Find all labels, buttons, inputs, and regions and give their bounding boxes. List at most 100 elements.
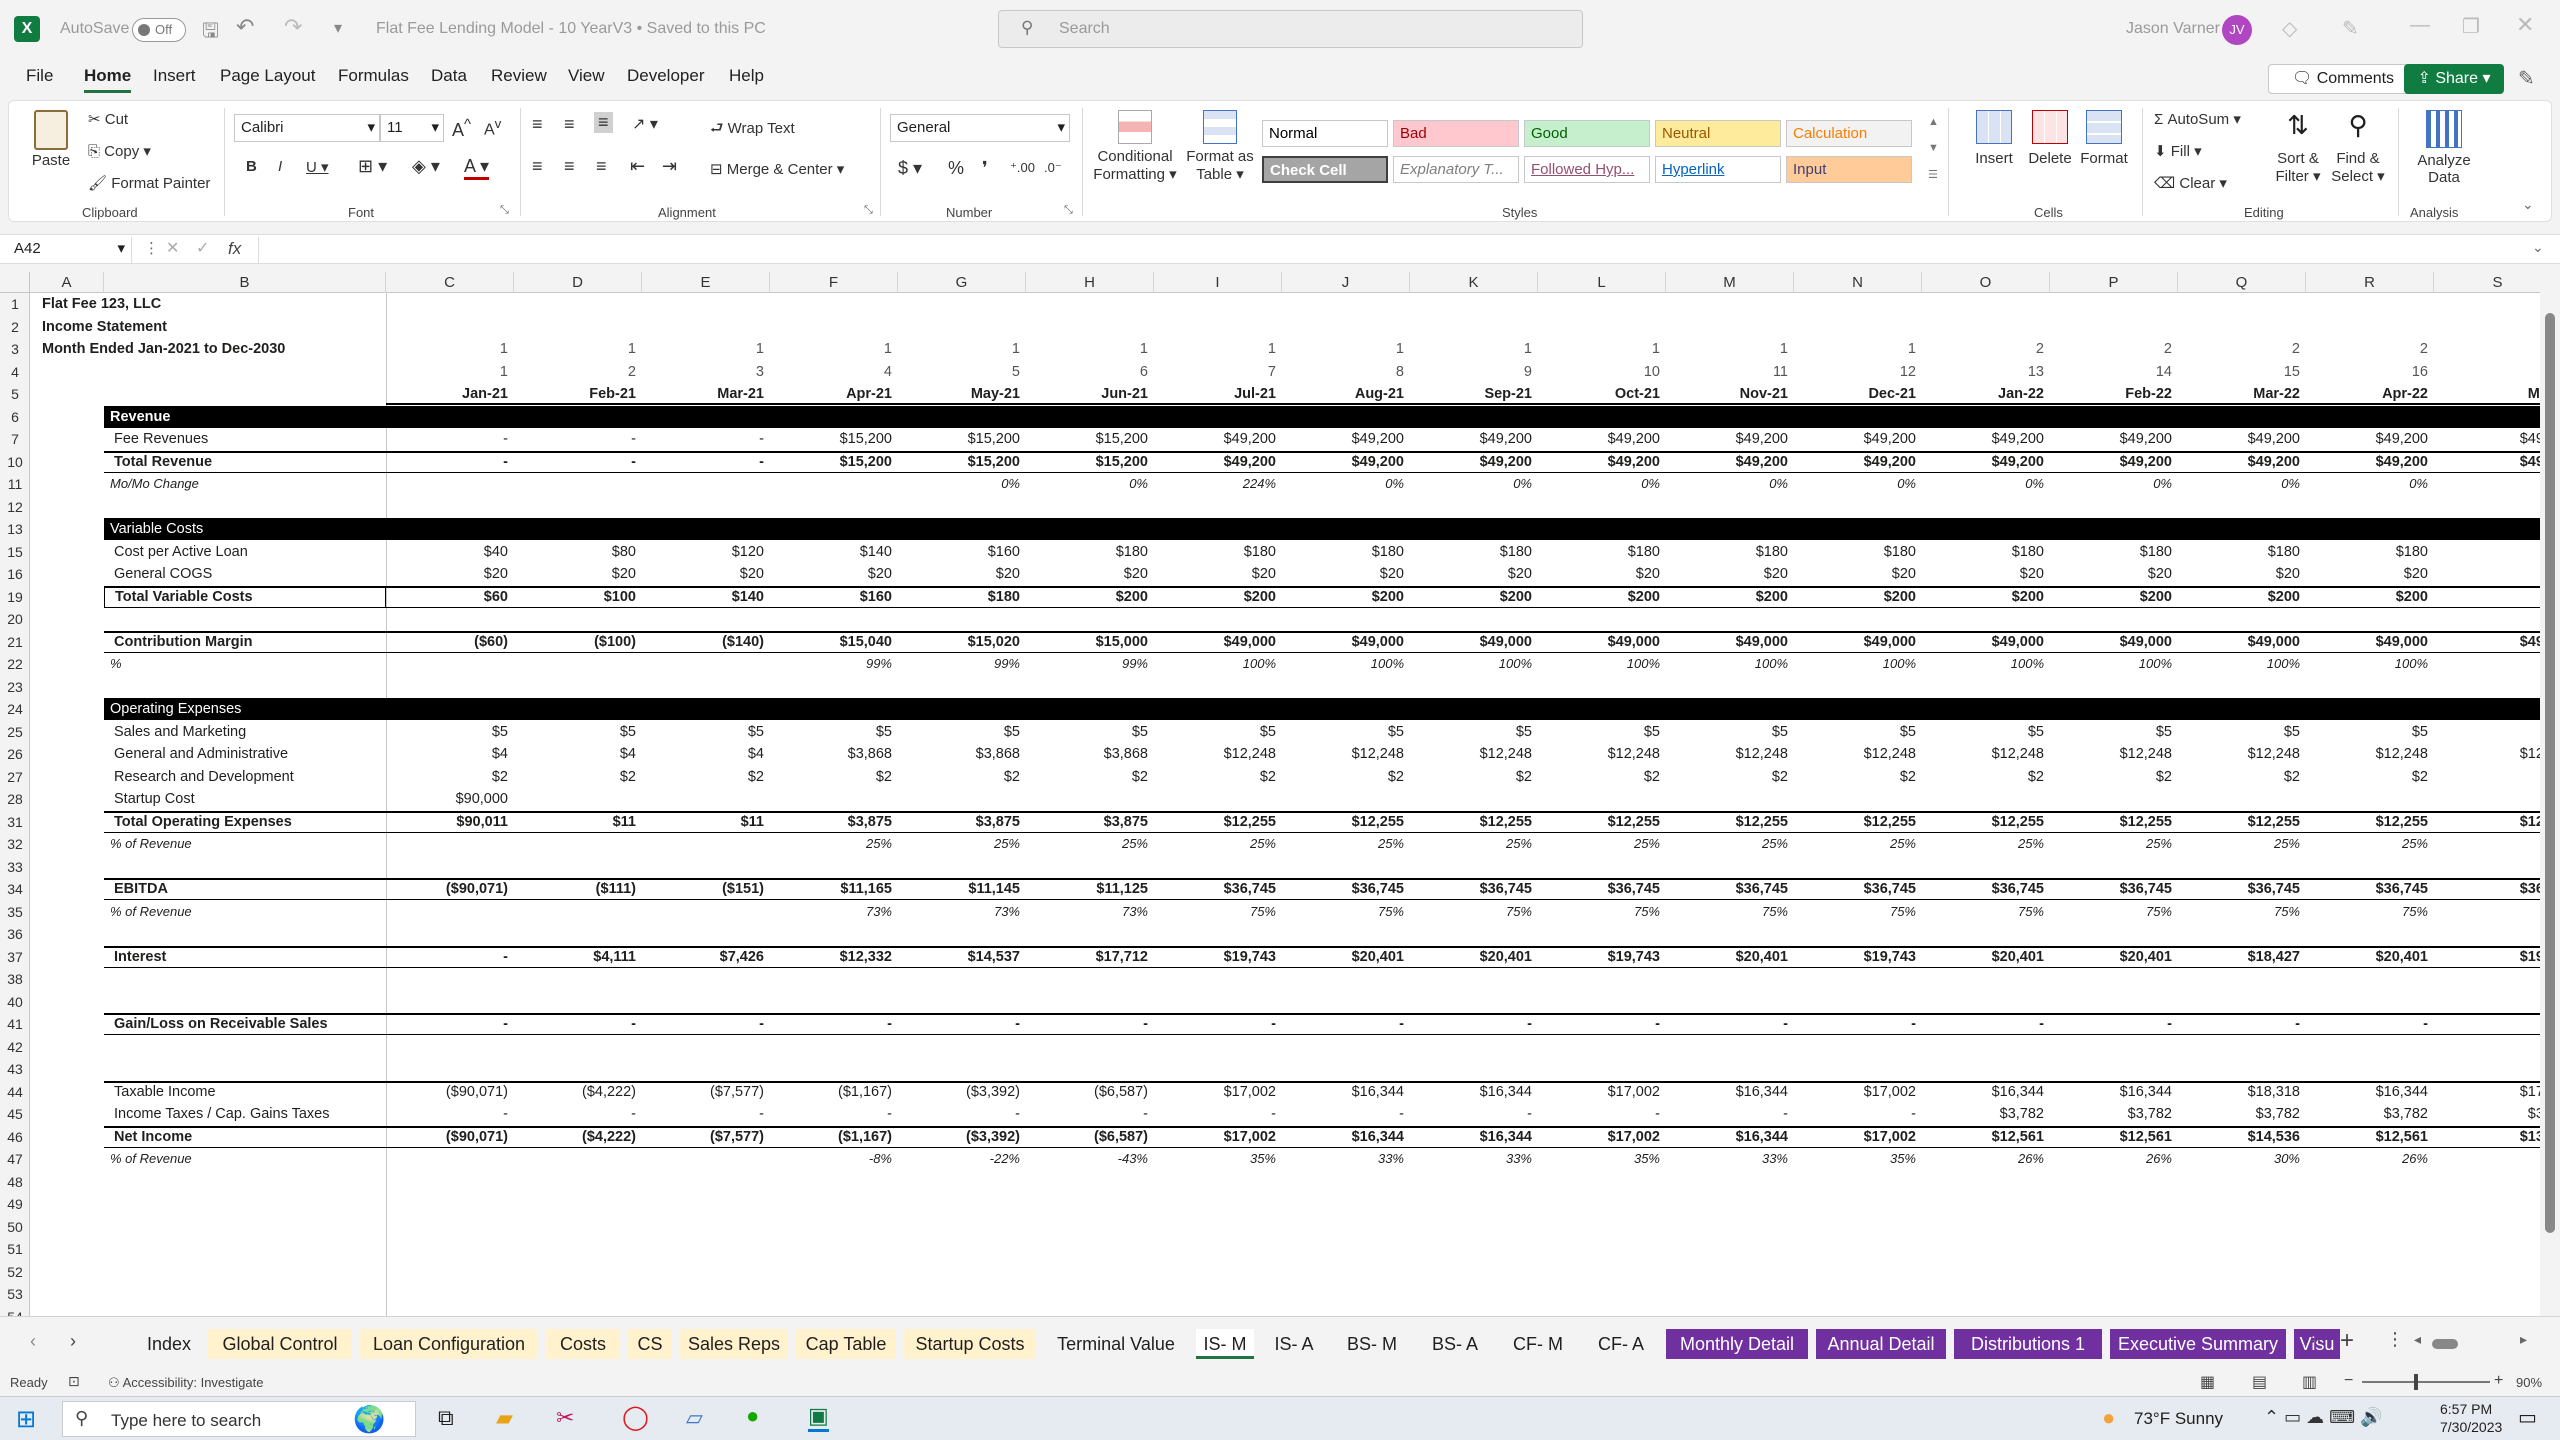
task-view-icon[interactable]: ⧉ <box>438 1405 454 1431</box>
row-header-43[interactable]: 43 <box>0 1061 30 1077</box>
column-header-i[interactable]: I <box>1154 272 1282 293</box>
column-header-p[interactable]: P <box>2050 272 2178 293</box>
tab-is-m[interactable]: IS- M <box>1196 1329 1254 1359</box>
menu-formulas[interactable]: Formulas <box>338 66 409 86</box>
row-header-37[interactable]: 37 <box>0 949 30 965</box>
font-color-icon[interactable]: A ▾ <box>464 156 490 180</box>
bold-icon[interactable]: B <box>246 158 257 175</box>
tab-annual-detail[interactable]: Annual Detail <box>1816 1329 1946 1359</box>
column-header-d[interactable]: D <box>514 272 642 293</box>
styles-scroll-up-icon[interactable]: ▲ <box>1928 116 1939 128</box>
insert-function-icon[interactable]: fx <box>228 239 241 259</box>
excel-taskbar-icon[interactable]: ▣ <box>808 1403 829 1432</box>
shrink-font-icon[interactable]: Av <box>484 116 501 139</box>
align-right-icon[interactable]: ≡ <box>596 156 607 177</box>
cell-style-bad[interactable]: Bad <box>1393 120 1519 147</box>
increase-indent-icon[interactable]: ⇥ <box>662 156 677 177</box>
page-layout-view-icon[interactable]: ▤ <box>2252 1372 2267 1392</box>
column-header-h[interactable]: H <box>1026 272 1154 293</box>
row-header-1[interactable]: 1 <box>0 296 30 312</box>
menu-developer[interactable]: Developer <box>627 66 705 86</box>
document-title[interactable]: Flat Fee Lending Model - 10 YearV3 • Sav… <box>376 20 766 38</box>
tab-scroll-left-icon[interactable]: ‹ <box>30 1331 36 1352</box>
diamond-icon[interactable]: ◇ <box>2282 16 2297 41</box>
clock-time[interactable]: 6:57 PM <box>2440 1401 2492 1417</box>
menu-help[interactable]: Help <box>729 66 764 86</box>
weather-text[interactable]: 73°F Sunny <box>2134 1409 2223 1429</box>
tab-startup-costs[interactable]: Startup Costs <box>904 1329 1036 1359</box>
orientation-icon[interactable]: ↗ ▾ <box>632 114 658 134</box>
grow-font-icon[interactable]: A^ <box>452 116 471 141</box>
column-header-g[interactable]: G <box>898 272 1026 293</box>
sort-filter-button[interactable]: ⇅ Sort & Filter ▾ <box>2266 110 2330 185</box>
formula-input[interactable] <box>258 237 2528 263</box>
cell-style-good[interactable]: Good <box>1524 120 1650 147</box>
cell-style-calculation[interactable]: Calculation <box>1786 120 1912 147</box>
file-explorer-icon[interactable]: ▰ <box>496 1405 513 1431</box>
cell-style-check-cell[interactable]: Check Cell <box>1262 156 1388 183</box>
row-header-26[interactable]: 26 <box>0 746 30 762</box>
cell-style-followed-hyp[interactable]: Followed Hyp... <box>1524 156 1650 183</box>
tab-sales-reps[interactable]: Sales Reps <box>680 1329 788 1359</box>
clock-date[interactable]: 7/30/2023 <box>2440 1419 2502 1435</box>
tab-executive-summary[interactable]: Executive Summary <box>2110 1329 2286 1359</box>
align-bottom-icon[interactable]: ≡ <box>594 112 613 133</box>
row-header-6[interactable]: 6 <box>0 409 30 425</box>
menu-review[interactable]: Review <box>491 66 547 86</box>
tab-index[interactable]: Index <box>138 1329 200 1359</box>
column-header-j[interactable]: J <box>1282 272 1410 293</box>
conditional-formatting-button[interactable]: Conditional Formatting ▾ <box>1090 110 1180 183</box>
row-header-4[interactable]: 4 <box>0 364 30 380</box>
search-box[interactable]: ⚲ Search <box>998 10 1583 48</box>
vertical-scroll-thumb[interactable] <box>2545 313 2555 1233</box>
tab-cap-table[interactable]: Cap Table <box>796 1329 896 1359</box>
collapse-ribbon-icon[interactable]: ⌄ <box>2522 196 2534 213</box>
currency-icon[interactable]: $ ▾ <box>898 158 922 179</box>
tab-bs-m[interactable]: BS- M <box>1334 1329 1410 1359</box>
font-size-select[interactable]: 11 ▾ <box>380 114 444 142</box>
menu-home[interactable]: Home <box>84 66 132 93</box>
tab-global-control[interactable]: Global Control <box>208 1329 352 1359</box>
cell-style-neutral[interactable]: Neutral <box>1655 120 1781 147</box>
minimize-icon[interactable]: — <box>2410 14 2430 37</box>
styles-more-icon[interactable]: ☰ <box>1928 168 1938 181</box>
column-header-o[interactable]: O <box>1922 272 2050 293</box>
tab-loan-configuration[interactable]: Loan Configuration <box>360 1329 538 1359</box>
row-header-28[interactable]: 28 <box>0 791 30 807</box>
undo-icon[interactable]: ↶ <box>236 14 254 40</box>
comments-button[interactable]: 🗨 Comments <box>2268 64 2418 94</box>
tab-bs-a[interactable]: BS- A <box>1418 1329 1492 1359</box>
row-header-19[interactable]: 19 <box>0 589 30 605</box>
align-left-icon[interactable]: ≡ <box>532 156 543 177</box>
column-header-e[interactable]: E <box>642 272 770 293</box>
cut-button[interactable]: ✂ Cut <box>88 110 128 128</box>
row-header-40[interactable]: 40 <box>0 994 30 1010</box>
row-header-2[interactable]: 2 <box>0 319 30 335</box>
more-sheets-icon[interactable]: ⋯ <box>2304 1331 2322 1352</box>
tab-terminal-value[interactable]: Terminal Value <box>1044 1329 1188 1359</box>
system-tray-icons[interactable]: ⌃ ▭ ☁ ⌨ 🔊 <box>2264 1407 2383 1428</box>
share-button[interactable]: ⇪ Share ▾ <box>2404 64 2504 94</box>
new-sheet-icon[interactable]: + <box>2340 1327 2354 1355</box>
menu-page-layout[interactable]: Page Layout <box>220 66 315 86</box>
row-header-23[interactable]: 23 <box>0 679 30 695</box>
cell-style-hyperlink[interactable]: Hyperlink <box>1655 156 1781 183</box>
row-header-22[interactable]: 22 <box>0 656 30 672</box>
macro-record-icon[interactable]: ⊡ <box>68 1373 80 1390</box>
close-icon[interactable]: ✕ <box>2516 12 2534 38</box>
vertical-scrollbar[interactable] <box>2540 293 2560 1316</box>
align-top-icon[interactable]: ≡ <box>532 114 543 135</box>
snipping-tool-icon[interactable]: ✂ <box>556 1405 574 1431</box>
row-header-27[interactable]: 27 <box>0 769 30 785</box>
align-middle-icon[interactable]: ≡ <box>564 114 575 135</box>
menu-data[interactable]: Data <box>431 66 467 86</box>
normal-view-icon[interactable]: ▦ <box>2200 1372 2215 1392</box>
row-header-25[interactable]: 25 <box>0 724 30 740</box>
column-header-k[interactable]: K <box>1410 272 1538 293</box>
row-header-7[interactable]: 7 <box>0 431 30 447</box>
menu-insert[interactable]: Insert <box>153 66 196 86</box>
row-header-41[interactable]: 41 <box>0 1016 30 1032</box>
menu-view[interactable]: View <box>568 66 605 86</box>
tab-costs[interactable]: Costs <box>546 1329 620 1359</box>
analyze-data-button[interactable]: Analyze Data <box>2406 110 2482 186</box>
